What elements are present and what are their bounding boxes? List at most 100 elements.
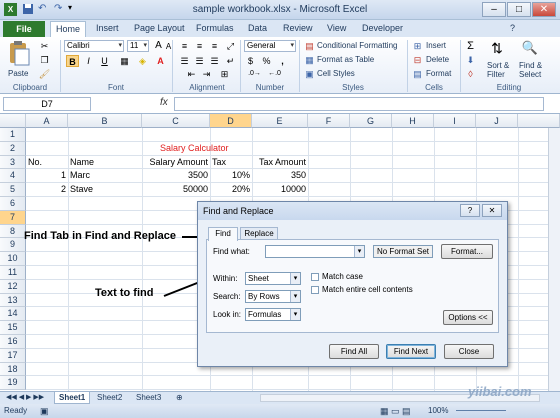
tab-insert[interactable]: Insert	[96, 23, 119, 33]
column-header[interactable]: G	[350, 114, 392, 128]
sheet-title-cell[interactable]: Salary Calculator	[160, 143, 229, 153]
format-as-table-button[interactable]: Format as Table	[317, 55, 374, 64]
row-header[interactable]: 1	[0, 128, 26, 142]
view-normal-icon[interactable]: ▦ ▭ ▤	[380, 404, 411, 418]
row-header[interactable]: 12	[0, 279, 26, 294]
row-header[interactable]: 4	[0, 169, 26, 184]
sort-filter-label-2[interactable]: Filter	[487, 70, 505, 79]
dialog-close-button[interactable]: ✕	[482, 204, 502, 217]
column-header[interactable]: B	[68, 114, 142, 128]
orientation-icon[interactable]: ⤢	[224, 40, 237, 52]
select-all-corner[interactable]	[0, 114, 26, 128]
header-no-cell[interactable]: No.	[28, 157, 42, 167]
column-header[interactable]: C	[142, 114, 210, 128]
close-dialog-button[interactable]: Close	[444, 344, 494, 359]
maximize-button[interactable]: □	[507, 2, 531, 17]
row-header[interactable]: 6	[0, 197, 26, 211]
row-header[interactable]: 19	[0, 376, 26, 391]
close-window-button[interactable]: ✕	[532, 2, 556, 17]
borders-icon[interactable]: ▦	[118, 55, 131, 67]
insert-cells-button[interactable]: Insert	[426, 41, 446, 50]
data-cell[interactable]: 10000	[252, 184, 306, 194]
font-size-select[interactable]: 11	[127, 40, 149, 52]
align-bottom-icon[interactable]: ≡	[208, 40, 221, 52]
column-header[interactable]: A	[26, 114, 68, 128]
align-right-icon[interactable]: ☰	[208, 55, 221, 67]
row-header[interactable]: 11	[0, 266, 26, 280]
font-name-select[interactable]: Calibri	[64, 40, 124, 52]
tab-view[interactable]: View	[327, 23, 346, 33]
currency-button[interactable]: $	[244, 55, 257, 67]
sheet-tab[interactable]: Sheet3	[132, 392, 165, 404]
find-next-button[interactable]: Find Next	[386, 344, 436, 359]
align-left-icon[interactable]: ☰	[178, 55, 191, 67]
fill-color-icon[interactable]: ◈	[136, 55, 149, 67]
tab-review[interactable]: Review	[283, 23, 313, 33]
data-cell[interactable]: 20%	[210, 184, 250, 194]
data-cell[interactable]: 350	[252, 170, 306, 180]
header-salary-cell[interactable]: Salary Amount	[142, 157, 208, 167]
data-cell[interactable]: 1	[26, 170, 66, 180]
sheet-tab-active[interactable]: Sheet1	[54, 392, 91, 404]
file-tab[interactable]: File	[3, 21, 45, 37]
name-box[interactable]: D7	[3, 97, 91, 111]
column-header[interactable]: J	[476, 114, 518, 128]
autosum-icon[interactable]: Σ	[464, 40, 477, 52]
header-tax-cell[interactable]: Tax	[212, 157, 226, 167]
data-cell[interactable]: 2	[26, 184, 66, 194]
number-format-select[interactable]: General	[244, 40, 296, 52]
decrease-decimal-icon[interactable]: ←.0	[268, 68, 281, 80]
minimize-button[interactable]: –	[482, 2, 506, 17]
data-cell[interactable]: Marc	[70, 170, 90, 180]
font-color-icon[interactable]: A	[154, 55, 167, 67]
header-tax-amount-cell[interactable]: Tax Amount	[252, 157, 306, 167]
bold-icon[interactable]: B	[66, 55, 79, 67]
formula-input[interactable]	[174, 97, 544, 111]
find-select-label-2[interactable]: Select	[519, 70, 541, 79]
row-header[interactable]: 3	[0, 155, 26, 170]
match-entire-checkbox[interactable]	[311, 286, 319, 294]
increase-decimal-icon[interactable]: .0→	[248, 68, 261, 80]
vertical-scrollbar[interactable]	[548, 128, 560, 392]
decrease-indent-icon[interactable]: ⇤	[185, 68, 198, 80]
column-header[interactable]: E	[252, 114, 308, 128]
row-header[interactable]: 7	[0, 210, 26, 225]
zoom-slider[interactable]	[456, 410, 506, 411]
options-button[interactable]: Options <<	[443, 310, 493, 325]
sheet-nav-icon[interactable]: ◀◀ ◀ ▶ ▶▶	[2, 392, 48, 404]
shrink-font-icon[interactable]: A	[162, 41, 175, 53]
column-header[interactable]: I	[434, 114, 476, 128]
row-header[interactable]: 13	[0, 293, 26, 308]
paste-button[interactable]: Paste	[8, 69, 28, 78]
row-header[interactable]: 5	[0, 183, 26, 197]
italic-icon[interactable]: I	[82, 55, 95, 67]
cell-styles-button[interactable]: Cell Styles	[317, 69, 355, 78]
tab-page-layout[interactable]: Page Layout	[134, 23, 185, 33]
tab-developer[interactable]: Developer	[362, 23, 403, 33]
dialog-help-button[interactable]: ?	[460, 204, 480, 217]
row-header[interactable]: 16	[0, 335, 26, 349]
column-header-selected[interactable]: D	[210, 114, 252, 128]
row-header[interactable]: 14	[0, 307, 26, 322]
tab-formulas[interactable]: Formulas	[196, 23, 234, 33]
within-dropdown-icon[interactable]: ▾	[290, 273, 300, 284]
column-header[interactable]: H	[392, 114, 434, 128]
row-header[interactable]: 8	[0, 224, 26, 239]
data-cell[interactable]: 10%	[210, 170, 250, 180]
merge-center-icon[interactable]: ⊞	[218, 68, 231, 80]
column-header[interactable]: F	[308, 114, 350, 128]
row-header[interactable]: 10	[0, 252, 26, 266]
copy-icon[interactable]: ❐	[38, 54, 51, 66]
clear-icon[interactable]: ◊	[464, 68, 477, 80]
sheet-tab[interactable]: Sheet2	[93, 392, 126, 404]
help-icon[interactable]: ?	[510, 23, 515, 33]
row-header[interactable]: 18	[0, 362, 26, 377]
conditional-formatting-button[interactable]: Conditional Formatting	[317, 41, 397, 50]
data-cell[interactable]: 50000	[142, 184, 208, 194]
comma-button[interactable]: ,	[276, 55, 289, 67]
tab-find[interactable]: Find	[208, 227, 238, 241]
percent-button[interactable]: %	[260, 55, 273, 67]
format-painter-icon[interactable]: 🖌	[38, 68, 51, 80]
format-cells-button[interactable]: Format	[426, 69, 451, 78]
increase-indent-icon[interactable]: ⇥	[200, 68, 213, 80]
